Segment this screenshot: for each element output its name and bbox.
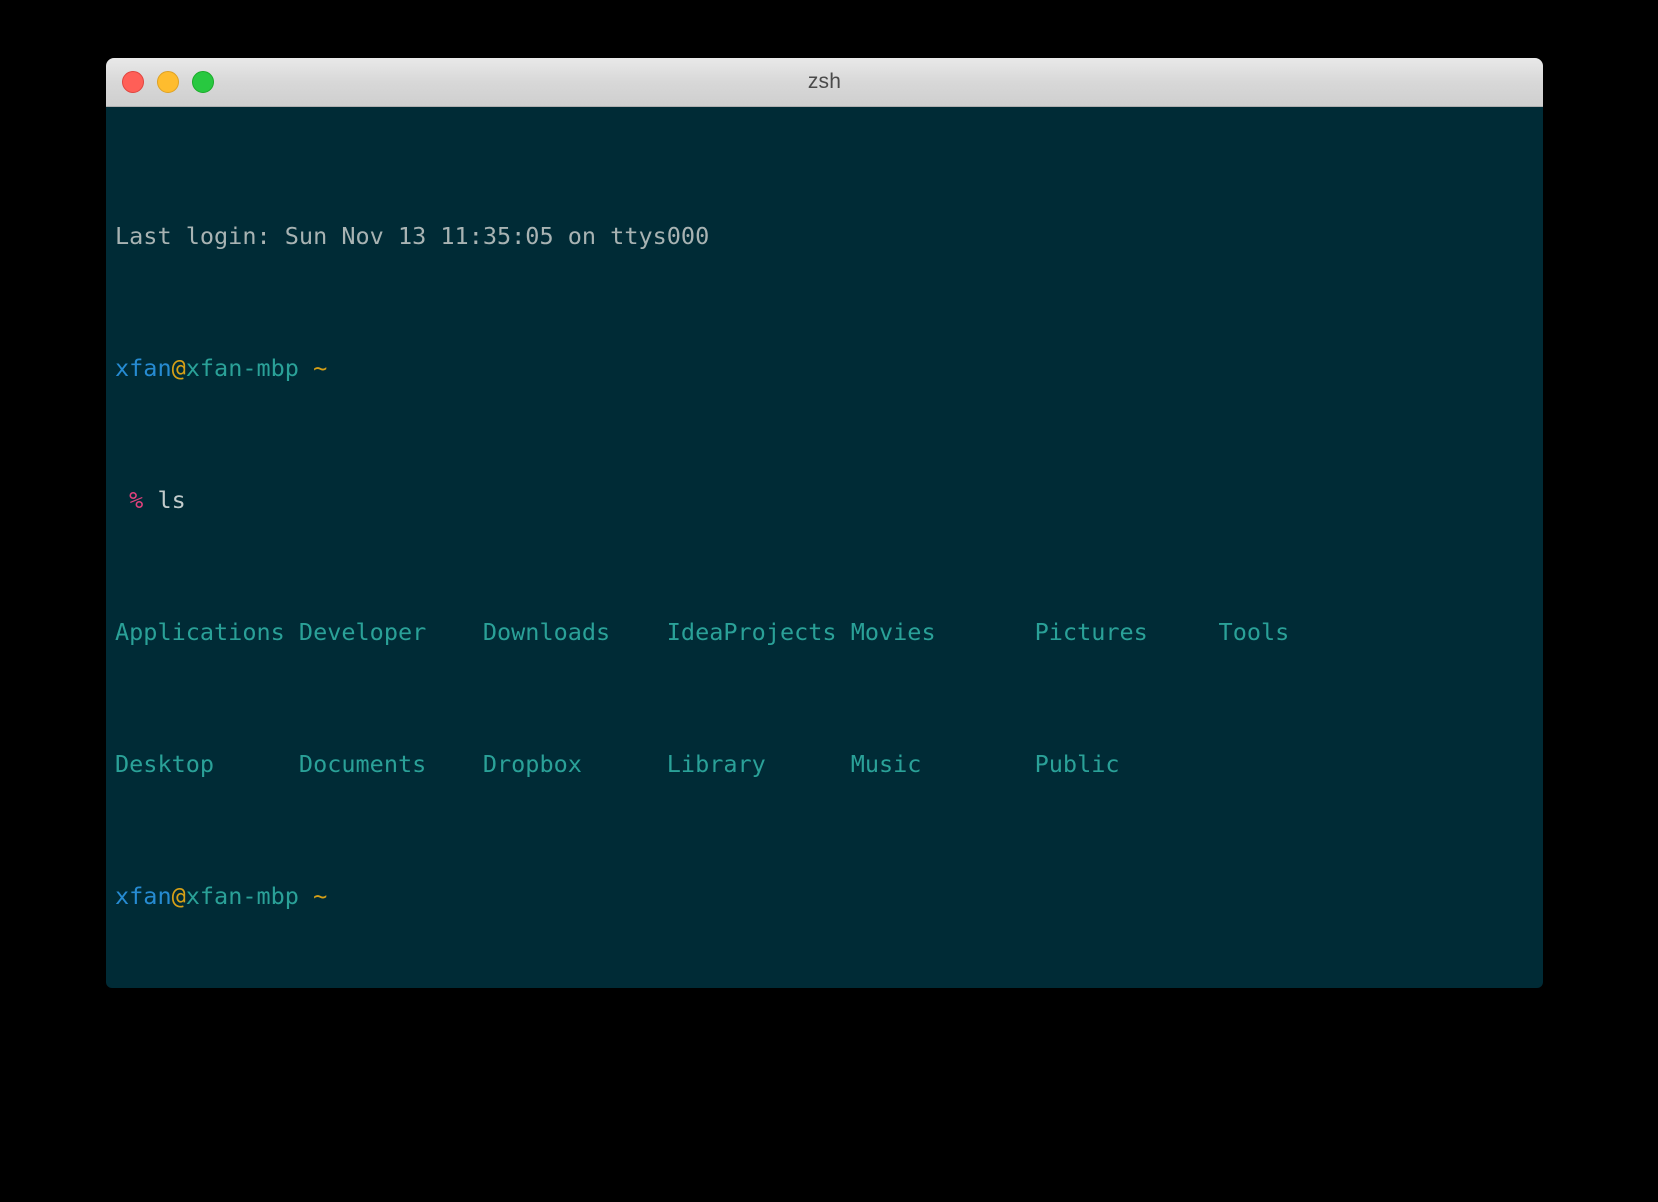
command-ls: ls <box>157 485 186 514</box>
terminal-line-cmd-ls: % ls <box>115 485 1543 514</box>
prompt-host: xfan-mbp <box>185 353 299 382</box>
terminal-window[interactable]: zsh Last login: Sun Nov 13 11:35:05 on t… <box>106 58 1543 988</box>
prompt-at: @ <box>171 881 186 910</box>
terminal-output-area[interactable]: Last login: Sun Nov 13 11:35:05 on ttys0… <box>106 107 1543 988</box>
minimize-button[interactable] <box>157 71 179 93</box>
ls-output-row-2: Desktop Documents Dropbox Library Music … <box>115 749 1543 778</box>
traffic-light-group <box>122 58 214 106</box>
prompt-path-home: ~ <box>313 881 328 910</box>
terminal-line-last-login: Last login: Sun Nov 13 11:35:05 on ttys0… <box>115 221 1543 250</box>
prompt-at: @ <box>171 353 186 382</box>
window-title: zsh <box>807 70 842 93</box>
prompt-path-home: ~ <box>313 353 328 382</box>
last-login-text: Last login: Sun Nov 13 11:35:05 on ttys0… <box>115 221 710 250</box>
close-button[interactable] <box>122 71 144 93</box>
ls-output-row-2-text: Desktop Documents Dropbox Library Music … <box>115 749 1120 778</box>
title-bar[interactable]: zsh <box>106 58 1543 107</box>
prompt-user: xfan <box>115 881 172 910</box>
terminal-line-prompt-home-2: xfan@xfan-mbp ~ <box>115 883 1543 909</box>
prompt-user: xfan <box>115 353 172 382</box>
ls-output-row-1-text: Applications Developer Downloads IdeaPro… <box>115 617 1290 646</box>
ls-output-row-1: Applications Developer Downloads IdeaPro… <box>115 617 1543 646</box>
terminal-line-prompt-home-1: xfan@xfan-mbp ~ <box>115 353 1543 382</box>
zoom-button[interactable] <box>192 71 214 93</box>
prompt-percent: % <box>129 485 144 514</box>
desktop-background: zsh Last login: Sun Nov 13 11:35:05 on t… <box>0 0 1658 1202</box>
prompt-host: xfan-mbp <box>185 881 299 910</box>
